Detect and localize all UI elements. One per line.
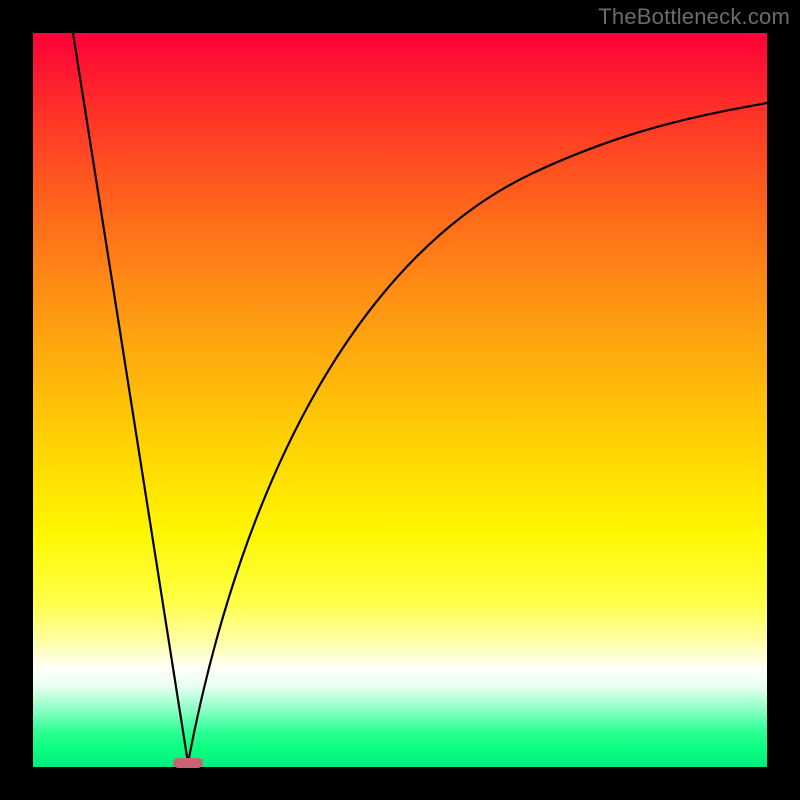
bottleneck-curve xyxy=(33,33,767,767)
watermark-text: TheBottleneck.com xyxy=(598,4,790,30)
optimal-marker xyxy=(173,758,203,768)
plot-area xyxy=(33,33,767,767)
curve-path xyxy=(73,33,767,763)
chart-frame: TheBottleneck.com xyxy=(0,0,800,800)
